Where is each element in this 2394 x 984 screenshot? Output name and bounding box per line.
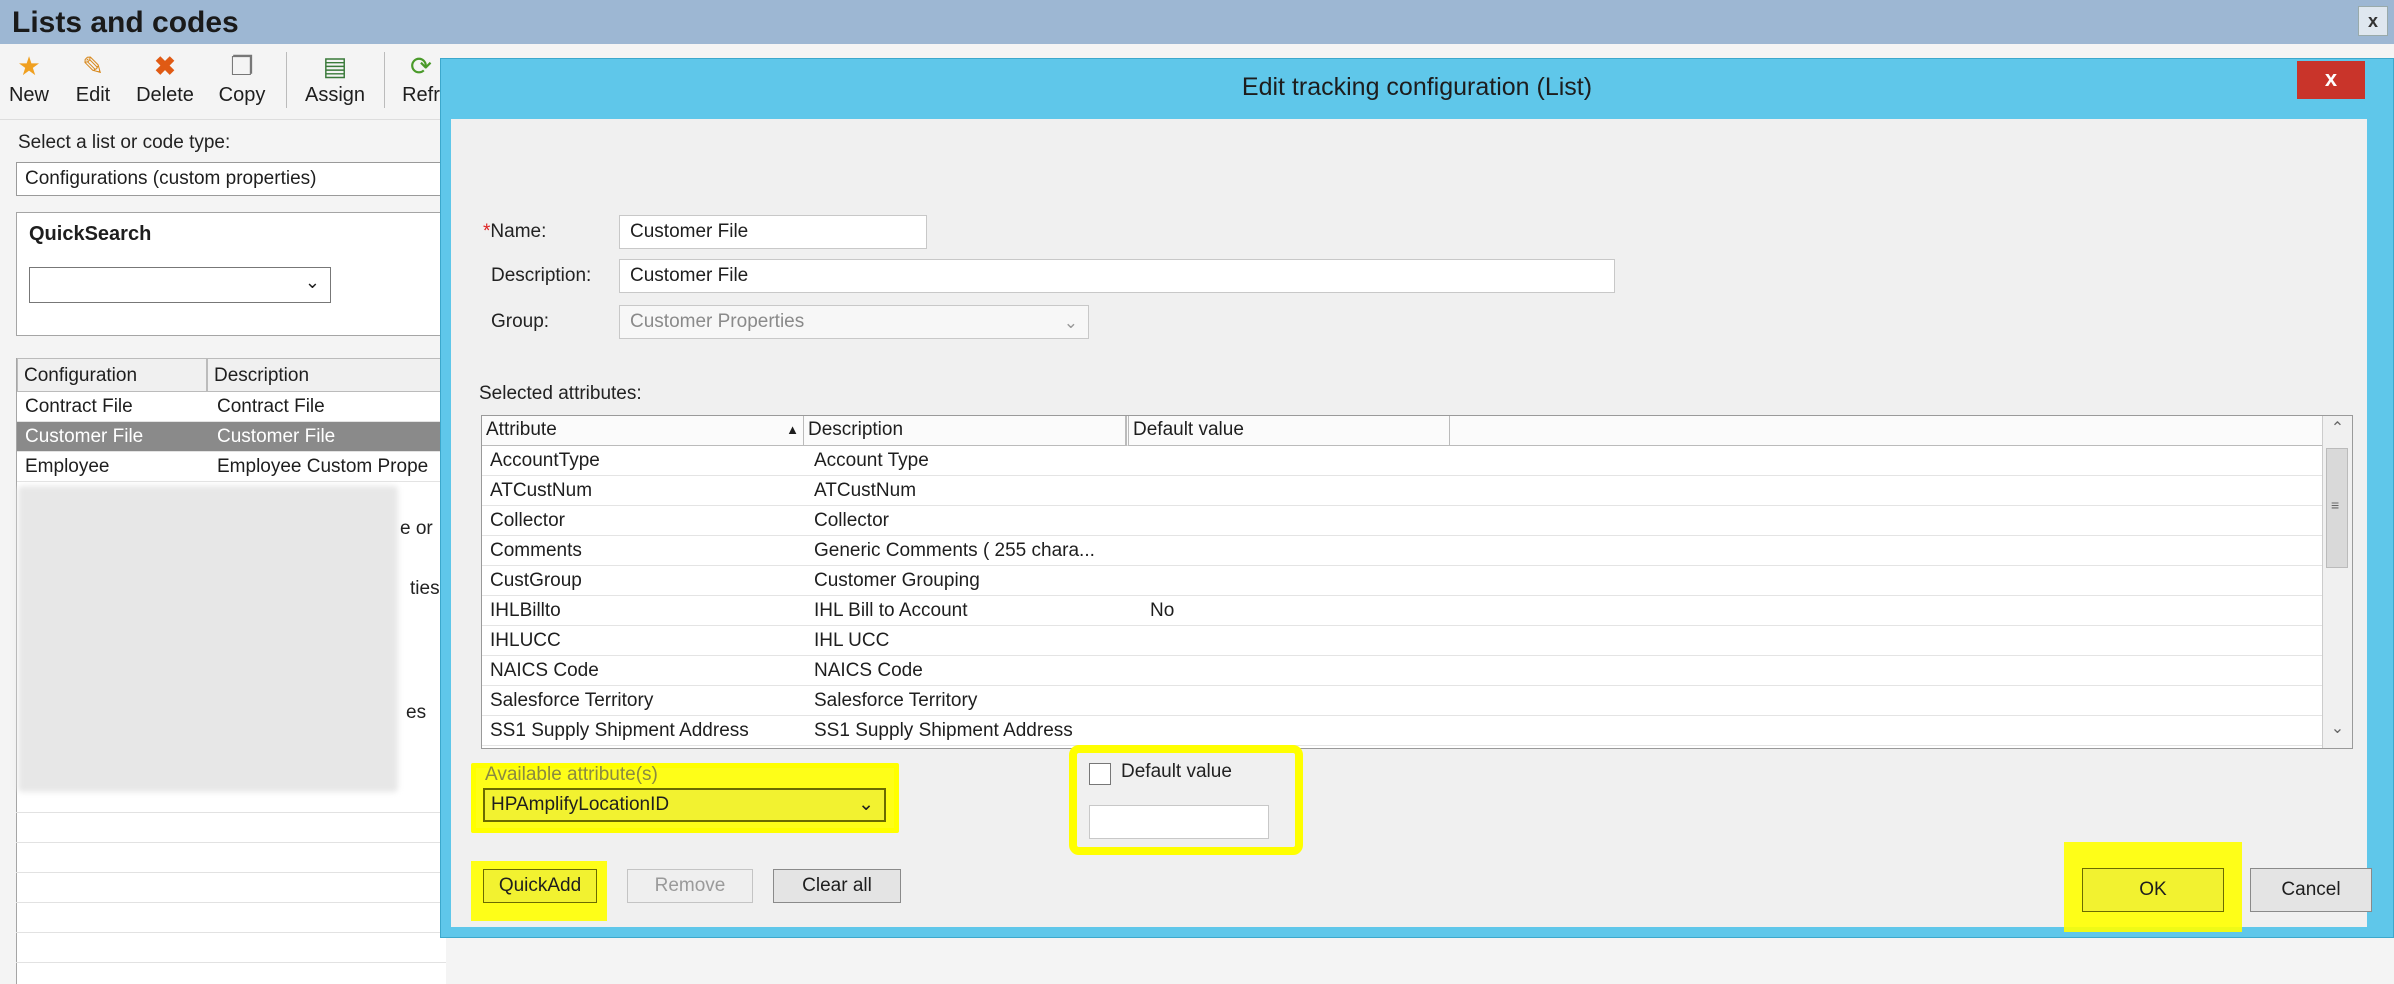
- new-button[interactable]: ★ New: [6, 48, 52, 116]
- toolbar-separator: [384, 52, 385, 108]
- toolbar-separator: [286, 52, 287, 108]
- assign-button[interactable]: ▤ Assign: [298, 48, 372, 116]
- copy-button[interactable]: ❐ Copy: [212, 48, 272, 116]
- clear-all-button[interactable]: Clear all: [773, 869, 901, 903]
- table-row[interactable]: IHLUCC IHL UCC: [482, 626, 2324, 656]
- assign-icon: ▤: [322, 51, 348, 81]
- table-row[interactable]: Contract File Contract File: [17, 392, 447, 422]
- grid-line: [16, 872, 446, 873]
- name-field[interactable]: Customer File: [619, 215, 927, 249]
- table-row[interactable]: Comments Generic Comments ( 255 chara...: [482, 536, 2324, 566]
- dialog-body: *Name: Customer File Description: Custom…: [451, 119, 2367, 927]
- selected-attributes-grid: Attribute ▲ Description Default value Ac…: [481, 415, 2353, 749]
- delete-x-icon: ✖: [154, 51, 176, 81]
- quickadd-button[interactable]: QuickAdd: [483, 869, 597, 903]
- dialog-titlebar: Edit tracking configuration (List) x: [441, 59, 2393, 119]
- description-field[interactable]: Customer File: [619, 259, 1615, 293]
- highlight-default-value: Default value: [1069, 745, 1303, 855]
- star-icon: ★: [17, 51, 41, 81]
- grid-scrollbar[interactable]: ⌃ ≡ ⌄: [2322, 416, 2352, 748]
- table-row[interactable]: CustGroup Customer Grouping: [482, 566, 2324, 596]
- available-attributes-select[interactable]: HPAmplifyLocationID ⌄: [483, 788, 886, 822]
- edit-tracking-configuration-dialog: Edit tracking configuration (List) x *Na…: [440, 58, 2394, 938]
- name-label: *Name:: [483, 221, 547, 242]
- table-row[interactable]: Employee Employee Custom Prope: [17, 452, 447, 482]
- chevron-down-icon: ⌄: [304, 272, 320, 292]
- partial-text: es: [406, 702, 427, 723]
- group-select: Customer Properties ⌄: [619, 305, 1089, 339]
- default-value-input[interactable]: [1089, 805, 1269, 839]
- window-close-button[interactable]: x: [2358, 6, 2388, 36]
- quicksearch-panel: QuickSearch ⌄: [16, 212, 446, 336]
- table-row[interactable]: AccountType Account Type: [482, 446, 2324, 476]
- table-row[interactable]: NAICS Code NAICS Code: [482, 656, 2324, 686]
- selected-attributes-label: Selected attributes:: [479, 383, 642, 404]
- chevron-down-icon: ⌄: [858, 794, 874, 815]
- grid-line: [16, 812, 446, 813]
- list-type-select[interactable]: Configurations (custom properties): [16, 162, 446, 196]
- dialog-close-button[interactable]: x: [2297, 61, 2365, 99]
- column-header-filler: [1450, 416, 2324, 446]
- grip-icon: ≡: [2331, 497, 2340, 513]
- refresh-icon: ⟳: [410, 51, 432, 81]
- chevron-down-icon[interactable]: ⌄: [2323, 718, 2352, 746]
- table-row[interactable]: Collector Collector: [482, 506, 2324, 536]
- group-label: Group:: [491, 311, 550, 332]
- column-header-configuration[interactable]: Configuration: [17, 358, 207, 392]
- remove-button[interactable]: Remove: [627, 869, 753, 903]
- table-row[interactable]: Salesforce Territory Salesforce Territor…: [482, 686, 2324, 716]
- ok-button[interactable]: OK: [2082, 868, 2224, 912]
- default-value-label: Default value: [1121, 761, 1232, 782]
- column-header-description[interactable]: Description: [804, 416, 1126, 446]
- description-label: Description:: [491, 265, 592, 286]
- redacted-rows: [18, 486, 398, 792]
- pencil-icon: ✎: [82, 51, 104, 81]
- table-row[interactable]: ATCustNum ATCustNum: [482, 476, 2324, 506]
- grid-line: [16, 962, 446, 963]
- delete-button[interactable]: ✖ Delete: [130, 48, 200, 116]
- chevron-up-icon[interactable]: ⌃: [2323, 418, 2352, 446]
- quicksearch-title: QuickSearch: [29, 223, 152, 245]
- chevron-down-icon: ⌄: [1063, 313, 1078, 332]
- scrollbar-thumb[interactable]: ≡: [2326, 448, 2348, 568]
- sort-ascending-icon: ▲: [786, 422, 799, 437]
- partial-text: e or: [400, 518, 433, 539]
- available-attributes-label: Available attribute(s): [485, 764, 658, 785]
- toolbar: ★ New ✎ Edit ✖ Delete ❐ Copy ▤ Assign ⟳ …: [0, 44, 460, 120]
- table-row[interactable]: IHLBillto IHL Bill to Account No: [482, 596, 2324, 626]
- refresh-button[interactable]: ⟳ Refr: [396, 48, 446, 116]
- table-row-selected[interactable]: Customer File Customer File: [17, 422, 447, 452]
- window-titlebar: Lists and codes x: [0, 0, 2394, 44]
- column-header-attribute[interactable]: Attribute ▲: [482, 416, 804, 446]
- column-header-description[interactable]: Description: [207, 358, 447, 392]
- grid-line: [16, 842, 446, 843]
- column-header-default-value[interactable]: Default value: [1126, 416, 1450, 446]
- partial-text: ties: [410, 578, 440, 599]
- default-value-checkbox[interactable]: [1089, 763, 1111, 785]
- list-type-label: Select a list or code type:: [18, 132, 231, 153]
- window-title: Lists and codes: [12, 6, 239, 39]
- table-row[interactable]: SS1 Supply Shipment Address SS1 Supply S…: [482, 716, 2324, 746]
- copy-icon: ❐: [230, 51, 254, 81]
- grid-line: [16, 932, 446, 933]
- grid-line: [16, 902, 446, 903]
- dialog-title: Edit tracking configuration (List): [1241, 73, 1593, 101]
- quicksearch-select[interactable]: ⌄: [29, 267, 331, 303]
- edit-button[interactable]: ✎ Edit: [68, 48, 118, 116]
- cancel-button[interactable]: Cancel: [2250, 868, 2372, 912]
